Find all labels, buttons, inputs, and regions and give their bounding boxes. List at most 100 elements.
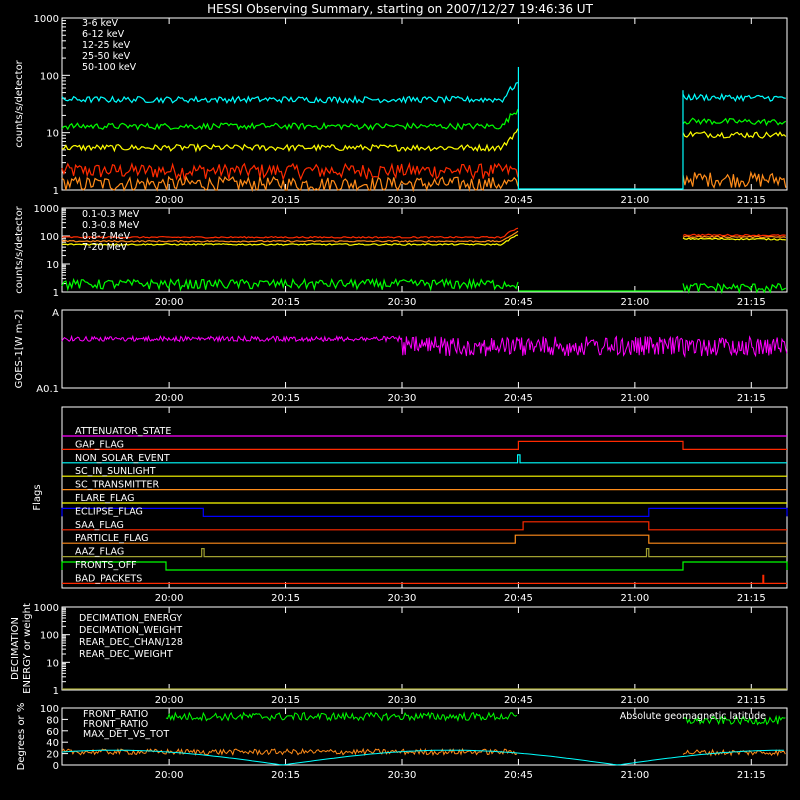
x-tick-label: 20:00 [155, 770, 184, 781]
panel-5-ylabel: ENERGY or weight [22, 603, 33, 694]
legend-entry: 3-6 keV [82, 18, 119, 29]
y-tick-label: 100 [40, 232, 59, 243]
y-tick-label: 1000 [34, 204, 59, 215]
x-tick-label: 20:15 [271, 297, 300, 308]
x-tick-label: 20:15 [271, 393, 300, 404]
x-tick-label: 20:30 [388, 195, 417, 206]
legend-entry: 7-20 MeV [82, 242, 128, 253]
panel-4-ylabel: Flags [32, 484, 43, 510]
y-tick-label: A [52, 308, 59, 319]
legend-entry: DECIMATION_ENERGY [79, 613, 182, 624]
y-tick-label: 100 [40, 71, 59, 82]
y-tick-label: A0.1 [36, 384, 59, 395]
x-tick-label: 20:45 [504, 770, 533, 781]
y-tick-label: 1 [53, 288, 59, 299]
x-tick-label: 20:45 [504, 593, 533, 604]
x-tick-label: 20:00 [155, 195, 184, 206]
panel-1-frame [61, 17, 788, 191]
legend-entry: 0.1-0.3 MeV [82, 209, 140, 220]
x-tick-label: 20:30 [388, 770, 417, 781]
x-tick-label: 20:45 [504, 695, 533, 706]
series-line [61, 277, 787, 295]
x-tick-label: 20:45 [504, 297, 533, 308]
x-tick-label: 21:15 [737, 593, 766, 604]
series-line [61, 227, 786, 239]
x-tick-label: 20:30 [388, 297, 417, 308]
x-tick-label: 21:15 [737, 393, 766, 404]
y-tick-label: 10 [46, 129, 59, 140]
x-tick-label: 21:00 [620, 297, 649, 308]
flag-label: BAD_PACKETS [75, 573, 142, 584]
x-tick-label: 20:30 [388, 393, 417, 404]
flag-line [62, 534, 787, 544]
x-tick-label: 20:00 [155, 297, 184, 308]
flag-line [61, 507, 788, 517]
series-line [61, 161, 519, 182]
x-tick-label: 20:15 [271, 770, 300, 781]
flag-label: FRONTS_OFF [75, 560, 137, 571]
legend-entry: 25-50 keV [82, 51, 131, 62]
y-tick-label: 1 [53, 186, 59, 197]
x-tick-label: 21:00 [620, 695, 649, 706]
panel-2-ylabel: counts/s/detector [14, 205, 25, 293]
series-line [61, 82, 786, 105]
flag-label: SAA_FLAG [75, 520, 124, 531]
x-tick-label: 20:15 [271, 593, 300, 604]
goes-line [61, 334, 788, 359]
flag-line [62, 454, 787, 464]
panel-5-ylabel: DECIMATION [10, 617, 21, 680]
x-tick-label: 20:00 [155, 695, 184, 706]
x-tick-label: 21:15 [737, 195, 766, 206]
flag-line [62, 521, 787, 531]
x-tick-label: 20:45 [504, 195, 533, 206]
x-tick-label: 20:00 [155, 593, 184, 604]
flag-line [62, 440, 787, 450]
flag-label: NON_SOLAR_EVENT [75, 453, 170, 464]
x-tick-label: 20:15 [271, 195, 300, 206]
latitude-annotation: Absolute geomagnetic latitude [620, 711, 766, 722]
legend-entry: DECIMATION_WEIGHT [79, 625, 182, 636]
x-tick-label: 20:30 [388, 695, 417, 706]
y-tick-label: 100 [40, 704, 59, 715]
series-line [61, 170, 787, 193]
flag-label: ECLIPSE_FLAG [75, 506, 143, 517]
legend-entry: 6-12 keV [82, 29, 125, 40]
summary-plot: HESSI Observing Summary, starting on 200… [10, 2, 788, 781]
x-tick-label: 21:15 [737, 770, 766, 781]
flag-line [61, 561, 788, 571]
x-tick-label: 21:00 [620, 195, 649, 206]
y-tick-label: 100 [40, 631, 59, 642]
legend-entry: 0.3-0.8 MeV [82, 220, 140, 231]
y-tick-label: 60 [46, 727, 59, 738]
flag-label: PARTICLE_FLAG [75, 533, 148, 544]
panels: 20:00 20:15 20:30 20:45 21:00 21:151101001000… [10, 14, 788, 781]
x-tick-label: 20:15 [271, 695, 300, 706]
y-tick-label: 80 [46, 715, 59, 726]
flag-line [62, 574, 787, 584]
x-tick-label: 21:00 [620, 393, 649, 404]
y-tick-label: 1000 [34, 603, 59, 614]
flag-label: SC_TRANSMITTER [75, 480, 160, 491]
flag-label: AAZ_FLAG [75, 547, 124, 558]
x-tick-label: 20:00 [155, 393, 184, 404]
y-tick-label: 0 [53, 761, 59, 772]
flag-label: ATTENUATOR_STATE [75, 426, 171, 437]
x-tick-label: 20:30 [388, 593, 417, 604]
panel-1-ylabel: counts/s/detector [14, 59, 25, 147]
flag-line [62, 548, 787, 558]
legend-entry: 12-25 keV [82, 40, 131, 51]
series-line [62, 128, 787, 153]
x-tick-label: 20:45 [504, 393, 533, 404]
y-tick-label: 10 [46, 260, 59, 271]
x-tick-label: 21:15 [737, 297, 766, 308]
page-title: HESSI Observing Summary, starting on 200… [207, 2, 593, 16]
y-tick-label: 40 [46, 738, 59, 749]
panel-3-ylabel: GOES-1[W m-2] [14, 309, 25, 388]
legend-entry: REAR_DEC_WEIGHT [79, 649, 173, 660]
x-tick-label: 21:00 [620, 770, 649, 781]
legend-entry: 0.8-7 MeV [82, 231, 131, 242]
legend-entry: REAR_DEC_CHAN/128 [79, 637, 183, 648]
panel-6-ylabel: Degrees or % [16, 703, 27, 771]
y-tick-label: 1 [53, 686, 59, 697]
legend-entry: MAX_DET_VS_TOT [83, 729, 169, 740]
